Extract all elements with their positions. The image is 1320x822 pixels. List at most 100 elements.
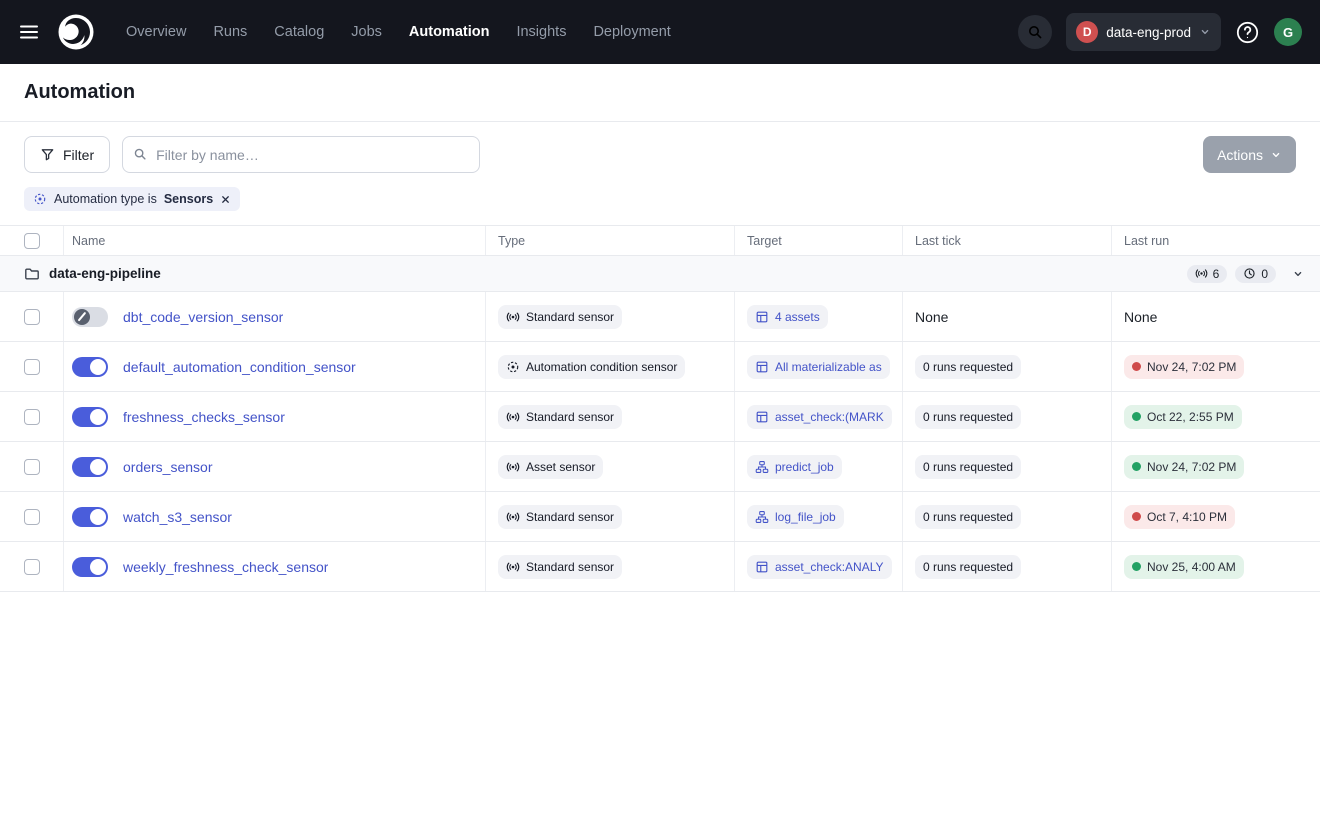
sensor-icon	[506, 460, 520, 474]
last-tick-badge: 0 runs requested	[915, 355, 1021, 379]
sensor-name-link[interactable]: weekly_freshness_check_sensor	[123, 559, 328, 575]
sensor-count-badge: 6	[1187, 265, 1228, 283]
deployment-badge: D	[1076, 21, 1098, 43]
table-row: watch_s3_sensorStandard sensorlog_file_j…	[0, 492, 1320, 542]
nav-item-deployment[interactable]: Deployment	[593, 24, 670, 40]
sensor-name-link[interactable]: orders_sensor	[123, 459, 213, 475]
nav-item-overview[interactable]: Overview	[126, 24, 186, 40]
column-header-target: Target	[735, 226, 903, 255]
toggle-knob	[90, 459, 106, 475]
sensor-icon	[506, 310, 520, 324]
select-all-checkbox[interactable]	[24, 233, 40, 249]
sensor-icon	[506, 510, 520, 524]
target-badge[interactable]: log_file_job	[747, 505, 844, 529]
target-label: log_file_job	[775, 510, 836, 524]
last-run-label: Nov 24, 7:02 PM	[1147, 360, 1236, 374]
nav-item-automation[interactable]: Automation	[409, 24, 490, 40]
toggle-knob	[90, 509, 106, 525]
sensor-name-link[interactable]: freshness_checks_sensor	[123, 409, 285, 425]
sensor-toggle[interactable]	[72, 557, 108, 577]
asset-icon	[755, 360, 769, 374]
last-run-badge[interactable]: Nov 24, 7:02 PM	[1124, 355, 1244, 379]
search-button[interactable]	[1018, 15, 1052, 49]
target-badge[interactable]: 4 assets	[747, 305, 828, 329]
status-dot	[1132, 512, 1141, 521]
toggle-knob	[90, 409, 106, 425]
nav-item-jobs[interactable]: Jobs	[351, 24, 382, 40]
target-badge[interactable]: predict_job	[747, 455, 842, 479]
last-run-badge[interactable]: Nov 25, 4:00 AM	[1124, 555, 1244, 579]
target-badge[interactable]: asset_check:(MARK	[747, 405, 892, 429]
row-checkbox[interactable]	[24, 359, 40, 375]
filter-chip-value: Sensors	[164, 192, 213, 206]
group-collapse-button[interactable]	[1292, 268, 1304, 280]
funnel-icon	[40, 147, 55, 162]
column-header-type: Type	[486, 226, 735, 255]
sensor-toggle[interactable]	[72, 407, 108, 427]
toggle-knob	[90, 359, 106, 375]
table-row: dbt_code_version_sensor Standard sensor 4 …	[0, 292, 1320, 342]
sensor-toggle[interactable]	[72, 307, 108, 327]
nav-item-catalog[interactable]: Catalog	[274, 24, 324, 40]
automation-type-filter-chip[interactable]: Automation type is Sensors	[24, 187, 240, 211]
hamburger-icon	[18, 21, 40, 43]
sensor-toggle[interactable]	[72, 507, 108, 527]
last-run-label: Nov 25, 4:00 AM	[1147, 560, 1236, 574]
sensor-name-link[interactable]: default_automation_condition_sensor	[123, 359, 356, 375]
active-filters-row: Automation type is Sensors	[0, 181, 1320, 226]
user-avatar[interactable]: G	[1274, 18, 1302, 46]
target-label: 4 assets	[775, 310, 820, 324]
table-row: weekly_freshness_check_sensorStandard se…	[0, 542, 1320, 592]
sensor-name-link[interactable]: dbt_code_version_sensor	[123, 309, 283, 325]
close-icon	[220, 194, 231, 205]
last-run-badge[interactable]: Oct 7, 4:10 PM	[1124, 505, 1235, 529]
last-run-badge[interactable]: Oct 22, 2:55 PM	[1124, 405, 1242, 429]
row-checkbox[interactable]	[24, 509, 40, 525]
deployment-name: data-eng-prod	[1106, 25, 1191, 40]
remove-filter-button[interactable]	[220, 194, 231, 205]
row-checkbox[interactable]	[24, 459, 40, 475]
type-label: Automation condition sensor	[526, 360, 677, 374]
target-badge[interactable]: asset_check:ANALY	[747, 555, 892, 579]
hamburger-menu-button[interactable]	[18, 21, 40, 43]
toggle-knob	[90, 559, 106, 575]
last-run-label: Nov 24, 7:02 PM	[1147, 460, 1236, 474]
last-tick-badge: 0 runs requested	[915, 455, 1021, 479]
row-checkbox[interactable]	[24, 409, 40, 425]
target-label: asset_check:(MARK	[775, 410, 884, 424]
logo-icon	[56, 12, 96, 52]
automation-icon	[506, 360, 520, 374]
name-filter-input[interactable]	[122, 136, 480, 173]
sensor-toggle[interactable]	[72, 457, 108, 477]
column-header-last-run: Last run	[1112, 226, 1320, 255]
actions-button[interactable]: Actions	[1203, 136, 1296, 173]
nav-item-runs[interactable]: Runs	[213, 24, 247, 40]
row-checkbox[interactable]	[24, 559, 40, 575]
nav-item-insights[interactable]: Insights	[516, 24, 566, 40]
name-filter-wrap	[122, 136, 480, 173]
last-run-badge[interactable]: Nov 24, 7:02 PM	[1124, 455, 1244, 479]
target-label: predict_job	[775, 460, 834, 474]
sensor-toggle[interactable]	[72, 357, 108, 377]
help-button[interactable]	[1235, 20, 1260, 45]
deployment-selector[interactable]: D data-eng-prod	[1066, 13, 1221, 51]
filter-button[interactable]: Filter	[24, 136, 110, 173]
asset-icon	[755, 410, 769, 424]
status-dot	[1132, 462, 1141, 471]
row-checkbox[interactable]	[24, 309, 40, 325]
filter-chip-prefix: Automation type is	[54, 192, 157, 206]
sensor-icon	[1195, 267, 1208, 280]
target-label: All materializable as	[775, 360, 882, 374]
table-header: Name Type Target Last tick Last run	[0, 226, 1320, 256]
last-run-value: None	[1124, 309, 1157, 325]
table-row: orders_sensorAsset sensorpredict_job0 ru…	[0, 442, 1320, 492]
sensor-count: 6	[1213, 267, 1220, 281]
actions-button-label: Actions	[1217, 147, 1263, 163]
sensor-name-link[interactable]: watch_s3_sensor	[123, 509, 232, 525]
navbar-right: D data-eng-prod G	[1018, 13, 1302, 51]
dagster-logo[interactable]	[56, 12, 96, 52]
type-label: Standard sensor	[526, 310, 614, 324]
target-badge[interactable]: All materializable as	[747, 355, 890, 379]
search-icon	[1027, 24, 1043, 40]
table-row: freshness_checks_sensorStandard sensoras…	[0, 392, 1320, 442]
